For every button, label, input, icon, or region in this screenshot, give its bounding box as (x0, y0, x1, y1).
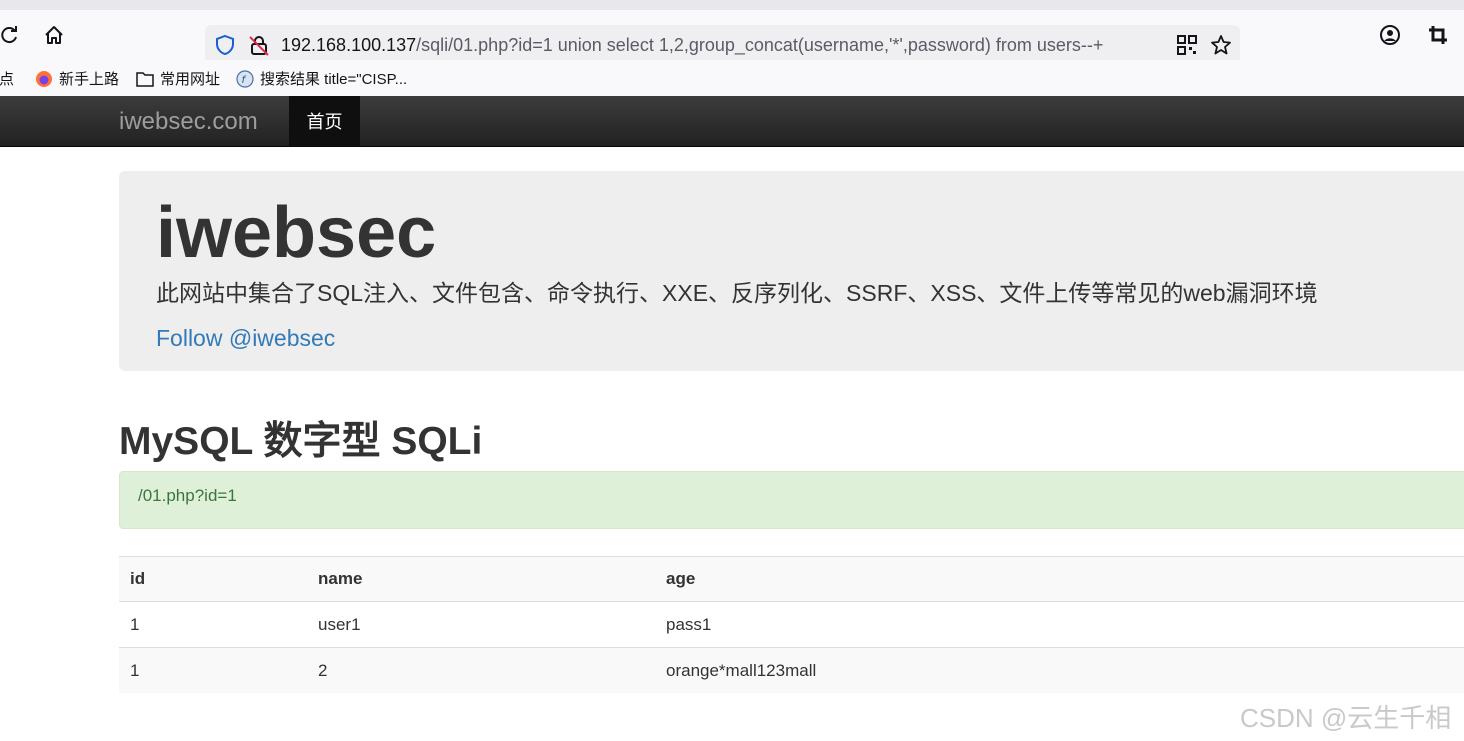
url-text: 192.168.100.137/sqli/01.php?id=1 union s… (281, 35, 1103, 56)
csdn-watermark: CSDN @云生千相 (1240, 703, 1452, 733)
column-header-id: id (119, 556, 307, 602)
cell-id: 1 (119, 647, 307, 693)
nav-item-home[interactable]: 首页 (289, 96, 360, 146)
home-icon[interactable] (39, 20, 69, 50)
reload-icon[interactable] (0, 20, 24, 50)
insecure-lock-icon[interactable] (248, 34, 270, 61)
cell-age: pass1 (655, 601, 1464, 648)
bookmarks-bar: 站点 新手上路 常用网址 f 搜索结果 title="CISP... (0, 60, 1464, 96)
column-header-age: age (655, 556, 1464, 602)
bookmark-item[interactable]: 新手上路 (35, 68, 119, 89)
bookmark-label: 新手上路 (59, 71, 120, 88)
follow-link[interactable]: Follow @iwebsec (156, 325, 335, 352)
address-bar[interactable]: 192.168.100.137/sqli/01.php?id=1 union s… (205, 25, 1240, 65)
folder-icon (136, 71, 154, 87)
firefox-icon (36, 70, 52, 87)
table-row: 1 user1 pass1 (119, 601, 1464, 648)
bookmark-label: 站点 (0, 71, 15, 88)
query-alert: /01.php?id=1 (119, 471, 1464, 529)
result-table: id name age 1 user1 pass1 1 2 orange*mal… (119, 556, 1464, 693)
table-row: 1 2 orange*mall123mall (119, 647, 1464, 693)
query-text: /01.php?id=1 (138, 486, 237, 505)
tab-strip (0, 0, 1464, 10)
bookmark-label: 搜索结果 title="CISP... (260, 71, 408, 88)
qr-code-icon[interactable] (1177, 35, 1197, 60)
site-favicon-icon: f (236, 69, 254, 88)
bookmark-label: 常用网址 (160, 71, 221, 88)
table-header-row: id name age (119, 556, 1464, 602)
bookmark-item[interactable]: f 搜索结果 title="CISP... (236, 68, 407, 89)
crop-icon[interactable] (1423, 20, 1453, 50)
cell-name: 2 (307, 647, 655, 693)
bookmark-item[interactable]: 常用网址 (136, 68, 220, 89)
site-description: 此网站中集合了SQL注入、文件包含、命令执行、XXE、反序列化、SSRF、XSS… (156, 280, 1318, 306)
page-title: MySQL 数字型 SQLi (119, 420, 483, 463)
cell-id: 1 (119, 601, 307, 648)
account-icon[interactable] (1375, 20, 1405, 50)
bookmark-star-icon[interactable] (1210, 34, 1232, 61)
site-title: iwebsec (156, 193, 437, 273)
url-path: /sqli/01.php?id=1 union select 1,2,group… (416, 35, 1104, 55)
cell-age: orange*mall123mall (655, 647, 1464, 693)
bookmark-item[interactable]: 站点 (0, 68, 14, 89)
site-navbar: iwebsec.com 首页 (0, 96, 1464, 147)
browser-toolbar: 192.168.100.137/sqli/01.php?id=1 union s… (0, 10, 1464, 65)
shield-icon[interactable] (214, 34, 236, 61)
column-header-name: name (307, 556, 655, 602)
url-host: 192.168.100.137 (281, 35, 417, 55)
jumbotron: iwebsec 此网站中集合了SQL注入、文件包含、命令执行、XXE、反序列化、… (119, 171, 1464, 371)
cell-name: user1 (307, 601, 655, 648)
navbar-brand[interactable]: iwebsec.com (119, 108, 258, 136)
